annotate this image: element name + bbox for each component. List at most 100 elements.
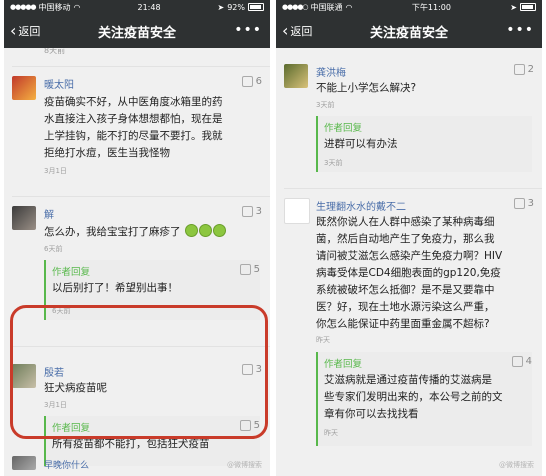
back-label: 返回: [18, 25, 41, 38]
divider: [12, 66, 270, 67]
avatar[interactable]: [284, 64, 308, 88]
location-icon: ➤: [217, 2, 225, 12]
like-button[interactable]: 5: [239, 264, 260, 275]
author-reply-label: 作者回复: [324, 356, 362, 370]
comment-nickname[interactable]: 暖太阳: [44, 76, 74, 91]
comment-line: 你怎么能保证中药里面重金属不超标?: [316, 318, 490, 330]
clock: 下午11:00: [411, 2, 451, 12]
emoji-icon: [212, 224, 226, 237]
avatar[interactable]: [12, 456, 36, 470]
comment-text: 疫苗确实不好，从中医角度冰箱里的药 水直接注入孩子身体想想都怕，现在是 上学挂钩…: [44, 94, 260, 162]
comment-line: 上学挂钩，能不打的尽量不要打。我就: [44, 130, 223, 142]
comment-nickname[interactable]: 龚洪梅: [316, 64, 346, 79]
more-button[interactable]: •••: [506, 23, 534, 37]
like-button[interactable]: 3: [513, 198, 534, 209]
thumbs-up-icon: [241, 76, 253, 87]
status-bar: ●●●●○ 中国联通 ◠ 下午11:00 ➤: [276, 0, 542, 14]
comment-nickname[interactable]: 早晚你什么: [44, 458, 89, 471]
comment-nickname[interactable]: 解: [44, 206, 54, 221]
author-reply-title: 作者回复: [52, 267, 91, 278]
reply-line: 章有你可以去找找看: [324, 408, 419, 420]
comment-text: 不能上小学怎么解决?: [316, 82, 417, 94]
wifi-icon: ◠: [73, 2, 81, 12]
comment-text: 既然你说人在人群中感染了某种病毒细 菌，然后自动地产生了免疫力，那么我 请问被艾…: [316, 214, 532, 333]
chevron-left-icon: ‹: [282, 21, 289, 40]
like-count: 5: [253, 264, 260, 275]
reply-line: 艾滋病就是通过疫苗传播的艾滋病是: [324, 374, 492, 386]
location-icon: ➤: [510, 2, 517, 12]
divider: [12, 196, 270, 197]
comment-item: 生理翻水水的戴不二 3 既然你说人在人群中感染了某种病毒细 菌，然后自动地产生了…: [276, 194, 542, 476]
reply-time: 3天前: [324, 159, 343, 167]
avatar[interactable]: [12, 206, 36, 230]
comment-time: 6天前: [44, 245, 63, 253]
divider: [284, 188, 542, 189]
author-reply: 作者回复 4 艾滋病就是通过疫苗传播的艾滋病是 些专家们发明出来的，本公号之前的…: [316, 352, 532, 446]
more-button[interactable]: •••: [234, 23, 262, 37]
author-reply-title: 作者回复: [324, 123, 363, 134]
reply-text: 进群可以有办法: [324, 138, 398, 150]
emoji-icon: [198, 224, 212, 237]
comment-time: 3月1日: [44, 167, 67, 175]
back-button[interactable]: ‹ 返回: [282, 14, 312, 48]
comment-line: 既然你说人在人群中感染了某种病毒细: [316, 216, 495, 228]
previous-time: 8天前: [44, 48, 66, 55]
highlight-circle: [10, 305, 268, 439]
comment-line: 水直接注入孩子身体想想都怕，现在是: [44, 113, 223, 125]
comment-nickname[interactable]: 生理翻水水的戴不二: [316, 198, 406, 213]
status-bar: ●●●●● 中国移动 ◠ 21:48 ➤ 92%: [4, 0, 270, 14]
signal-icon: ●●●●○: [282, 3, 309, 11]
author-reply-label: 作者回复: [324, 120, 362, 134]
comment-line: 菌，然后自动地产生了免疫力，那么我: [316, 233, 495, 245]
comment-item: 龚洪梅 2 不能上小学怎么解决? 3天前 作者回复 进群可以有办法 3天前: [276, 58, 542, 178]
battery-icon: [247, 3, 264, 11]
watermark: @微博搜索: [227, 461, 262, 469]
like-count: 3: [527, 198, 534, 209]
comment-line: 医？好，现在土地水源污染这么严重，: [316, 301, 495, 313]
watermark: @微博搜索: [499, 461, 534, 469]
carrier-label: 中国移动: [38, 2, 71, 12]
page-title: 关注疫苗安全: [97, 25, 176, 41]
like-button[interactable]: 4: [511, 356, 532, 367]
thumbs-up-icon: [511, 356, 523, 367]
carrier-label: 中国联通: [310, 2, 343, 12]
like-button[interactable]: 3: [241, 206, 262, 217]
comment-line: 拒绝打水痘，医生当我怪物: [44, 147, 170, 159]
comment-list[interactable]: 龚洪梅 2 不能上小学怎么解决? 3天前 作者回复 进群可以有办法 3天前 生理…: [276, 48, 542, 476]
comment-line: 系统被破坏怎么抵御？是不是又要靠中: [316, 284, 495, 296]
like-button[interactable]: 6: [241, 76, 262, 87]
nav-bar: ‹ 返回 关注疫苗安全 •••: [276, 14, 542, 48]
author-reply: 作者回复 进群可以有办法 3天前: [316, 116, 532, 172]
comment-line: 疫苗确实不好，从中医角度冰箱里的药: [44, 96, 223, 108]
comment-time: 3天前: [316, 101, 335, 109]
signal-icon: ●●●●●: [10, 3, 37, 11]
comment-item: 暖太阳 6 疫苗确实不好，从中医角度冰箱里的药 水直接注入孩子身体想想都怕，现在…: [4, 70, 270, 190]
thumbs-up-icon: [513, 198, 525, 209]
comment-time: 昨天: [316, 336, 330, 344]
reply-time: 昨天: [324, 429, 338, 437]
chevron-left-icon: ‹: [10, 21, 17, 40]
right-screenshot: ●●●●○ 中国联通 ◠ 下午11:00 ➤ ‹ 返回 关注疫苗安全 ••• 龚…: [276, 0, 542, 476]
like-button[interactable]: 2: [513, 64, 534, 75]
back-label: 返回: [290, 25, 313, 38]
page-title: 关注疫苗安全: [369, 25, 448, 41]
battery-percent: 92%: [227, 2, 245, 12]
reply-text: 以后别打了！希望别出事！: [52, 282, 178, 294]
comment-line: 怎么办，我给宝宝打了麻疹了: [44, 226, 181, 238]
thumbs-up-icon: [241, 206, 253, 217]
wifi-icon: ◠: [345, 2, 353, 12]
reply-text: 艾滋病就是通过疫苗传播的艾滋病是 些专家们发明出来的，本公号之前的文 章有你可以…: [324, 372, 526, 423]
thumbs-up-icon: [239, 264, 251, 275]
author-reply-title: 作者回复: [324, 359, 363, 370]
battery-icon: [519, 3, 536, 11]
emoji-icon: [184, 224, 198, 237]
avatar[interactable]: [284, 198, 310, 224]
like-count: 6: [255, 76, 262, 87]
author-reply-label: 作者回复: [52, 264, 90, 278]
avatar[interactable]: [12, 76, 36, 100]
comment-line: 病毒受体是CD4细胞表面的gp120,免疫: [316, 267, 501, 279]
left-screenshot: ●●●●● 中国移动 ◠ 21:48 ➤ 92% ‹ 返回 关注疫苗安全 •••…: [4, 0, 270, 476]
reply-line: 些专家们发明出来的，本公号之前的文: [324, 391, 503, 403]
thumbs-up-icon: [513, 64, 525, 75]
back-button[interactable]: ‹ 返回: [10, 14, 40, 48]
